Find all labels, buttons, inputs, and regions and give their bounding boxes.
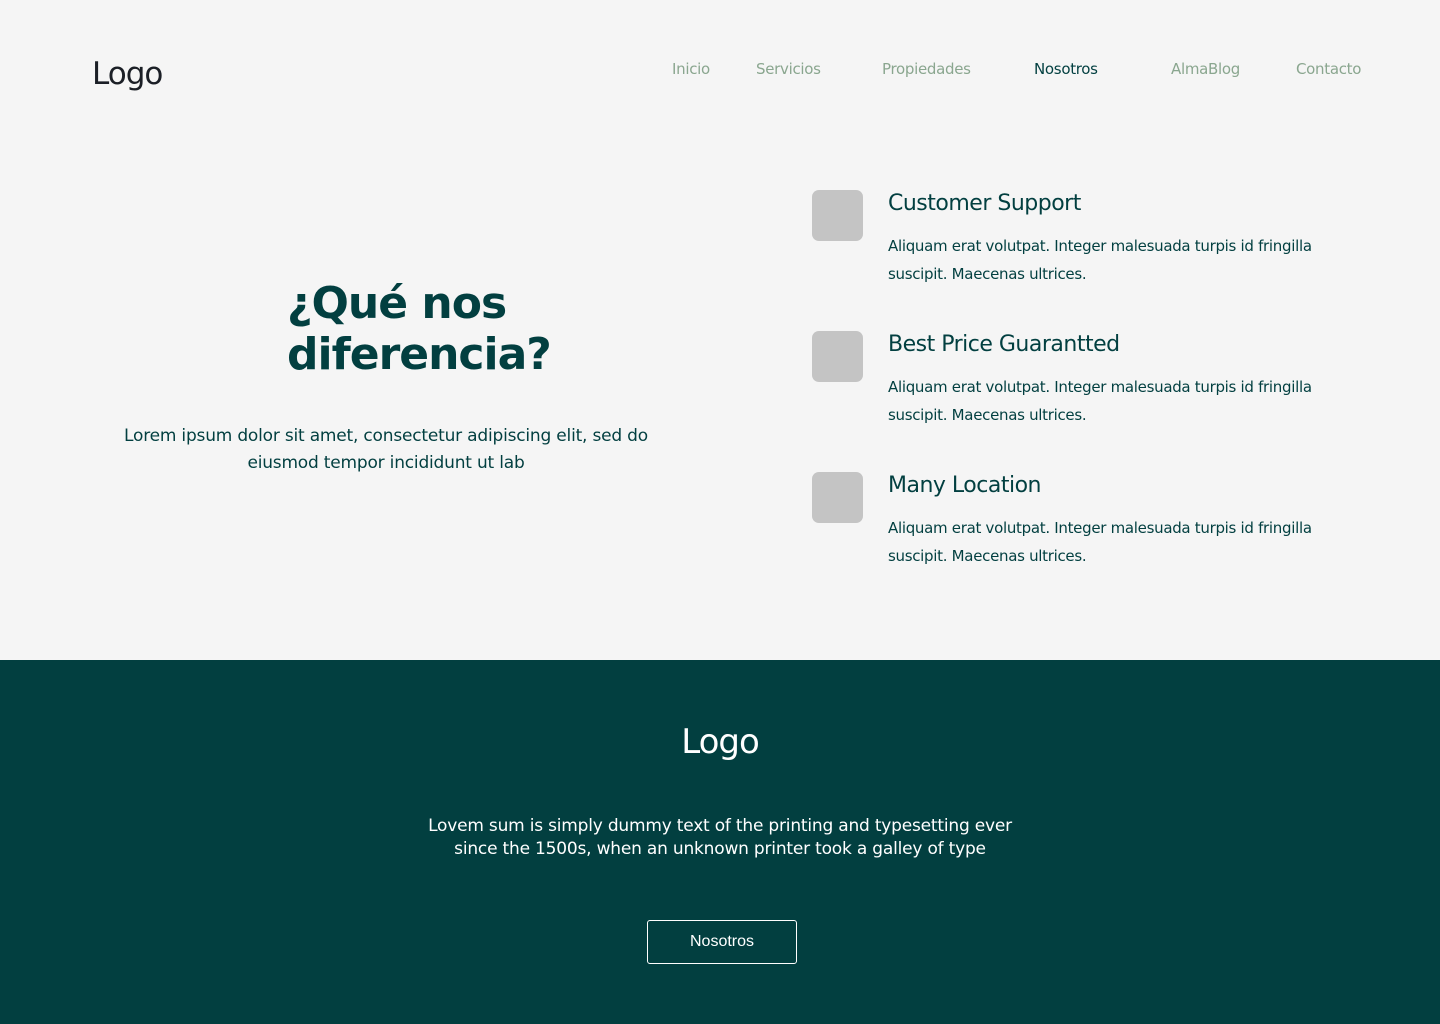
- feature-title: Best Price Guarantted: [888, 332, 1120, 357]
- hero-description: Lorem ipsum dolor sit amet, consectetur …: [124, 426, 648, 473]
- hero-title: ¿Qué nos diferencia?: [287, 278, 552, 380]
- feature-icon-placeholder: [812, 331, 863, 382]
- feature-title: Many Location: [888, 473, 1041, 498]
- nav-item-inicio[interactable]: Inicio: [672, 60, 710, 78]
- feature-description: Aliquam erat volutpat. Integer malesuada…: [888, 519, 1312, 565]
- nav-item-nosotros[interactable]: Nosotros: [1034, 60, 1098, 78]
- nosotros-button[interactable]: Nosotros: [647, 920, 797, 964]
- feature-description: Aliquam erat volutpat. Integer malesuada…: [888, 378, 1312, 424]
- feature-icon-placeholder: [812, 472, 863, 523]
- nav-item-contacto[interactable]: Contacto: [1296, 60, 1361, 78]
- nav-item-almablog[interactable]: AlmaBlog: [1171, 60, 1240, 78]
- footer-logo[interactable]: Logo: [0, 722, 1440, 762]
- header-logo[interactable]: Logo: [92, 56, 163, 92]
- footer-description: Lovem sum is simply dummy text of the pr…: [428, 816, 1012, 859]
- nav-item-propiedades[interactable]: Propiedades: [882, 60, 971, 78]
- feature-description: Aliquam erat volutpat. Integer malesuada…: [888, 237, 1312, 283]
- feature-icon-placeholder: [812, 190, 863, 241]
- nav-item-servicios[interactable]: Servicios: [756, 60, 821, 78]
- footer: Logo Lovem sum is simply dummy text of t…: [0, 660, 1440, 1024]
- feature-title: Customer Support: [888, 191, 1081, 216]
